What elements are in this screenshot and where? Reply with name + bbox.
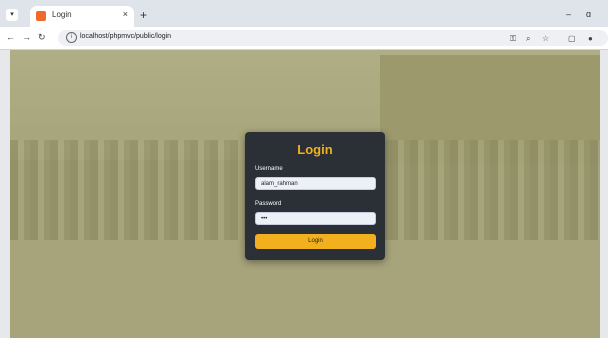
restore-icon[interactable]: ɑ xyxy=(586,9,591,19)
bookmark-star-icon[interactable]: ☆ xyxy=(542,34,549,43)
browser-toolbar: ← → ↻ i localhost/phpmvc/public/login ⚿ … xyxy=(0,27,608,50)
site-info-icon[interactable]: i xyxy=(66,32,77,43)
tab-search-icon[interactable]: ▾ xyxy=(6,9,18,21)
password-key-icon[interactable]: ⚿ xyxy=(510,34,516,44)
browser-tab-login[interactable]: Login × xyxy=(30,6,134,27)
tab-title: Login xyxy=(52,10,72,19)
reload-icon[interactable]: ↻ xyxy=(38,32,46,43)
login-card: Login Username alam_rahman Password ••• … xyxy=(245,132,385,260)
page-viewport: Login Username alam_rahman Password ••• … xyxy=(10,50,600,338)
password-input[interactable]: ••• xyxy=(255,212,376,225)
username-input[interactable]: alam_rahman xyxy=(255,177,376,190)
url-text: localhost/phpmvc/public/login xyxy=(80,33,172,40)
favicon-icon xyxy=(36,11,46,21)
password-label: Password xyxy=(255,201,282,207)
new-tab-icon[interactable]: + xyxy=(140,8,147,22)
zoom-icon[interactable]: ⌕ xyxy=(526,34,530,44)
extensions-icon[interactable]: ▢ xyxy=(568,34,576,43)
tab-close-icon[interactable]: × xyxy=(123,9,128,19)
username-label: Username xyxy=(255,166,283,172)
forward-icon[interactable]: → xyxy=(22,32,31,42)
address-bar[interactable]: i localhost/phpmvc/public/login ⚿ ⌕ ☆ ▢ … xyxy=(58,30,608,46)
tab-strip: ▾ Login × + – ɑ xyxy=(0,0,608,27)
back-icon[interactable]: ← xyxy=(6,32,15,42)
login-button[interactable]: Login xyxy=(255,234,376,249)
profile-icon[interactable]: ● xyxy=(588,34,593,43)
login-title: Login xyxy=(297,142,333,157)
minimize-icon[interactable]: – xyxy=(566,9,571,19)
